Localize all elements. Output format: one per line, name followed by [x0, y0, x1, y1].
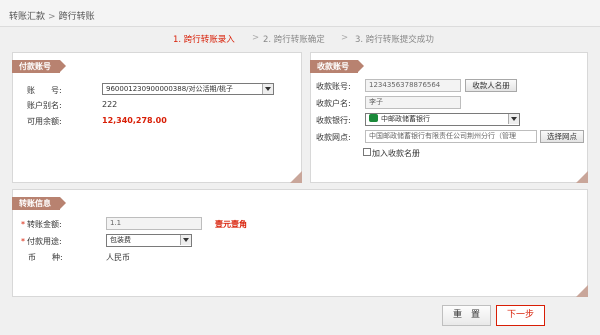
payee-name-input[interactable]: 李子: [365, 96, 461, 109]
payee-name-value: 李子: [369, 98, 383, 106]
step-indicator: 1. 跨行转账录入 > 2. 跨行转账确定 > 3. 跨行转账提交成功: [0, 33, 600, 45]
amount-label: * 转账金额:: [21, 219, 62, 230]
select-branch-button[interactable]: 选择网点: [540, 130, 584, 143]
panel-corner-decoration: [290, 171, 302, 183]
breadcrumb-parent[interactable]: 转账汇款: [9, 12, 45, 22]
payer-panel: 付款账号 账 号: 960001230900000388/对公活期/桃子 账户别…: [12, 52, 302, 183]
step-3: 3. 跨行转账提交成功: [355, 35, 434, 45]
payee-name-label: 收款户名:: [316, 99, 351, 108]
payer-alias-label: 账户别名:: [27, 101, 62, 110]
chevron-down-icon: [508, 114, 519, 124]
amount-input[interactable]: 1.1: [106, 217, 202, 230]
step-arrow-2: >: [341, 33, 349, 43]
reset-button[interactable]: 重 置: [442, 305, 491, 326]
step-1: 1. 跨行转账录入: [173, 35, 235, 45]
transfer-panel: 转账信息 * 转账金额: 1.1 壹元壹角 * 付款用途: 包装费 币 种: 人民币: [12, 189, 588, 297]
step-arrow-1: >: [252, 33, 260, 43]
chevron-down-icon: [262, 84, 273, 94]
currency-label: 币 种:: [28, 253, 63, 262]
breadcrumb-current: 跨行转账: [58, 12, 95, 22]
payee-bank-select[interactable]: 中邮政储蓄银行: [365, 113, 520, 126]
payee-branch-input[interactable]: 中国邮政储蓄银行有限责任公司荆州分行（管理: [365, 130, 537, 143]
payee-account-input[interactable]: 1234356378876564: [365, 79, 461, 92]
transfer-panel-tag: 转账信息: [12, 197, 66, 210]
payer-balance-label: 可用余额:: [27, 117, 62, 126]
postal-bank-logo-icon: [369, 114, 378, 122]
payee-panel: 收款账号 收款账号: 1234356378876564 收款人名册 收款户名: …: [310, 52, 588, 183]
required-mark: *: [21, 237, 25, 246]
payee-bank-label: 收款银行:: [316, 116, 351, 125]
breadcrumb-separator: >: [48, 12, 56, 22]
breadcrumb: 转账汇款 > 跨行转账: [9, 9, 95, 22]
purpose-select[interactable]: 包装费: [106, 234, 192, 247]
payer-account-value: 960001230900000388/对公活期/桃子: [106, 85, 233, 93]
payer-panel-tag: 付款账号: [12, 60, 66, 73]
top-bar: 转账汇款 > 跨行转账: [0, 0, 600, 27]
payer-balance-value: 12,340,278.00: [102, 116, 167, 125]
payee-branch-value: 中国邮政储蓄银行有限责任公司荆州分行（管理: [369, 132, 516, 140]
currency-value: 人民币: [106, 253, 130, 262]
panel-corner-decoration: [576, 171, 588, 183]
purpose-label: * 付款用途:: [21, 236, 62, 247]
payee-panel-tag: 收款账号: [310, 60, 364, 73]
amount-value: 1.1: [110, 219, 122, 227]
chevron-down-icon: [180, 235, 191, 245]
payee-account-value: 1234356378876564: [369, 81, 441, 89]
payer-account-select[interactable]: 960001230900000388/对公活期/桃子: [102, 83, 274, 95]
step-2: 2. 跨行转账确定: [263, 35, 325, 45]
panel-corner-decoration: [576, 285, 588, 297]
purpose-value: 包装费: [110, 236, 131, 244]
payee-account-label: 收款账号:: [316, 82, 351, 91]
amount-in-words: 壹元壹角: [215, 220, 247, 229]
add-to-payee-book-label: 加入收款名册: [372, 149, 420, 158]
payee-bank-value: 中邮政储蓄银行: [381, 115, 430, 123]
amount-label-text: 转账金额:: [27, 220, 62, 229]
payee-branch-label: 收款网点:: [316, 133, 351, 142]
add-to-payee-book-checkbox[interactable]: [363, 148, 371, 156]
payee-book-button[interactable]: 收款人名册: [465, 79, 517, 92]
next-step-button[interactable]: 下一步: [496, 305, 545, 326]
purpose-label-text: 付款用途:: [27, 237, 62, 246]
required-mark: *: [21, 220, 25, 229]
payer-alias-value: 222: [102, 100, 118, 109]
payer-account-label: 账 号:: [27, 86, 62, 95]
